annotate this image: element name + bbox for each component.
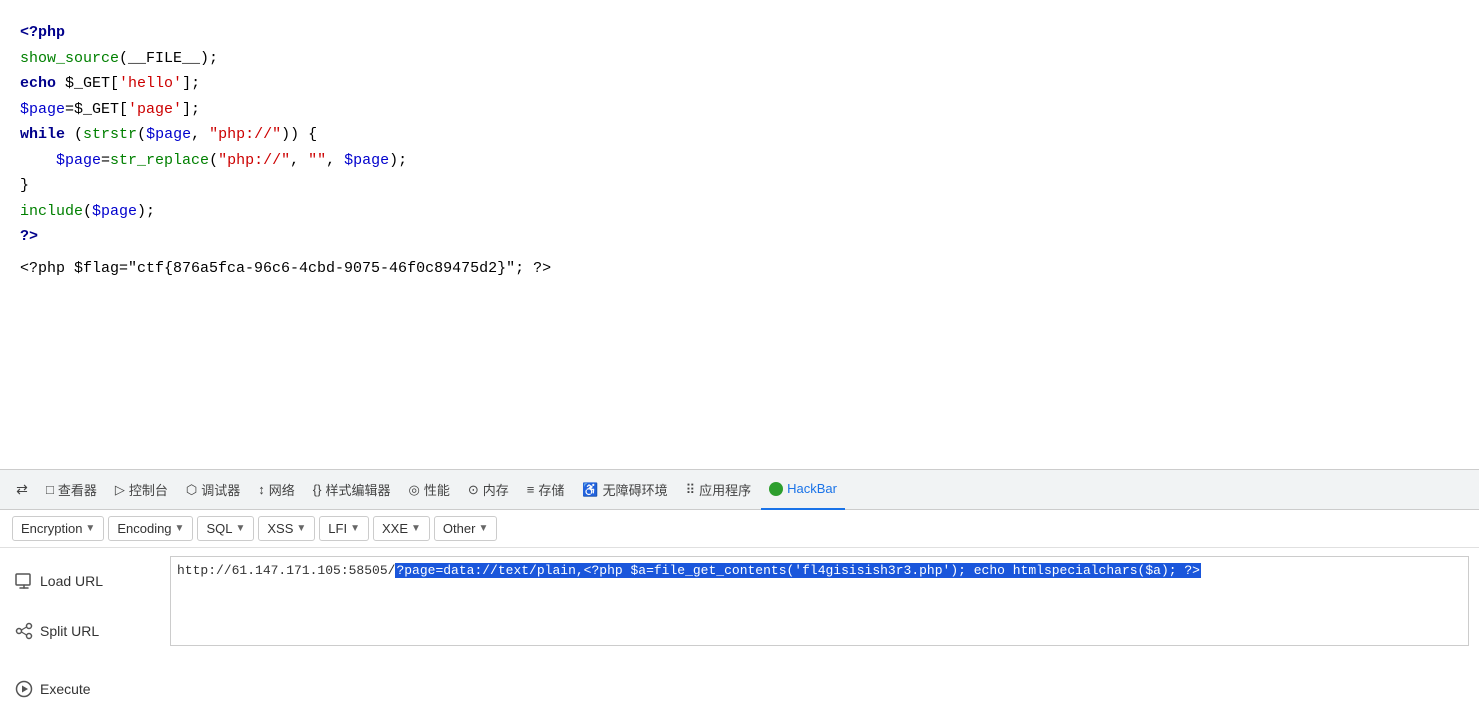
tab-performance[interactable]: ◎ 性能 <box>400 470 457 510</box>
tab-performance-label: 性能 <box>424 480 450 499</box>
code-line-3: echo $_GET['hello']; <box>20 71 1459 97</box>
code-line-9: ?> <box>20 224 1459 250</box>
console-icon: ▷ <box>115 482 125 498</box>
code-line-7: } <box>20 173 1459 199</box>
hackbar-url-area: Load URL Split URL http://61.147.171.105 <box>0 548 1479 664</box>
xxe-label: XXE <box>382 521 408 536</box>
devtools-toggle-icon[interactable]: ⇄ <box>8 476 36 504</box>
tab-inspector[interactable]: □ 查看器 <box>38 470 105 510</box>
tab-storage[interactable]: ≡ 存储 <box>519 470 573 510</box>
accessibility-icon: ♿ <box>582 482 598 498</box>
url-display[interactable]: http://61.147.171.105:58505/?page=data:/… <box>170 556 1469 646</box>
encoding-arrow-icon: ▼ <box>175 523 185 534</box>
encryption-label: Encryption <box>21 521 82 536</box>
tab-application-label: 应用程序 <box>699 480 751 499</box>
tab-storage-label: 存储 <box>538 480 564 499</box>
sql-label: SQL <box>206 521 232 536</box>
other-menu[interactable]: Other ▼ <box>434 516 497 541</box>
xss-label: XSS <box>267 521 293 536</box>
split-url-button[interactable]: Split URL <box>0 606 170 656</box>
encryption-menu[interactable]: Encryption ▼ <box>12 516 104 541</box>
execute-row: Execute <box>0 664 1479 714</box>
lfi-arrow-icon: ▼ <box>350 523 360 534</box>
code-line-6: $page=str_replace("php://", "", $page); <box>20 148 1459 174</box>
tab-memory[interactable]: ⊙ 内存 <box>460 470 517 510</box>
url-normal-part: http://61.147.171.105:58505/ <box>177 563 395 578</box>
devtools-bar: ⇄ □ 查看器 ▷ 控制台 ⬡ 调试器 ↕ 网络 {} 样式编辑器 ◎ 性能 ⊙… <box>0 470 1479 510</box>
execute-label: Execute <box>40 681 91 697</box>
tab-debugger-label: 调试器 <box>201 480 240 499</box>
tab-network[interactable]: ↕ 网络 <box>250 470 303 510</box>
tab-style-editor[interactable]: {} 样式编辑器 <box>305 470 399 510</box>
other-arrow-icon: ▼ <box>478 523 488 534</box>
encoding-menu[interactable]: Encoding ▼ <box>108 516 193 541</box>
code-line-2: show_source(__FILE__); <box>20 46 1459 72</box>
performance-icon: ◎ <box>408 482 419 498</box>
tab-accessibility-label: 无障碍环境 <box>603 480 668 499</box>
storage-icon: ≡ <box>527 482 535 497</box>
encoding-label: Encoding <box>117 521 171 536</box>
tab-hackbar[interactable]: HackBar <box>761 470 845 510</box>
tab-hackbar-label: HackBar <box>787 481 837 496</box>
network-icon: ↕ <box>258 482 265 497</box>
tab-accessibility[interactable]: ♿ 无障碍环境 <box>574 470 675 510</box>
code-display: <?php show_source(__FILE__); echo $_GET[… <box>0 0 1479 470</box>
load-url-icon <box>14 571 34 591</box>
xss-menu[interactable]: XSS ▼ <box>258 516 315 541</box>
code-line-1: <?php <box>20 20 1459 46</box>
flag-line: <?php $flag="ctf{876a5fca-96c6-4cbd-9075… <box>20 260 1459 277</box>
hackbar-actions: Load URL Split URL <box>0 556 170 656</box>
lfi-label: LFI <box>328 521 347 536</box>
sql-arrow-icon: ▼ <box>235 523 245 534</box>
xxe-menu[interactable]: XXE ▼ <box>373 516 430 541</box>
load-url-label: Load URL <box>40 573 103 589</box>
tab-inspector-label: 查看器 <box>58 480 97 499</box>
split-url-icon <box>14 621 34 641</box>
tab-debugger[interactable]: ⬡ 调试器 <box>178 470 248 510</box>
url-input-wrapper: http://61.147.171.105:58505/?page=data:/… <box>170 556 1479 646</box>
execute-button[interactable]: Execute <box>0 664 170 714</box>
hackbar-panel: Encryption ▼ Encoding ▼ SQL ▼ XSS ▼ LFI … <box>0 510 1479 710</box>
inspector-icon: □ <box>46 482 54 497</box>
other-label: Other <box>443 521 476 536</box>
hackbar-toolbar: Encryption ▼ Encoding ▼ SQL ▼ XSS ▼ LFI … <box>0 510 1479 548</box>
tab-console-label: 控制台 <box>129 480 168 499</box>
tab-network-label: 网络 <box>269 480 295 499</box>
style-editor-icon: {} <box>313 482 322 497</box>
xxe-arrow-icon: ▼ <box>411 523 421 534</box>
split-url-label: Split URL <box>40 623 99 639</box>
application-icon: ⠿ <box>686 482 696 498</box>
hackbar-dot-icon <box>769 482 783 496</box>
code-line-5: while (strstr($page, "php://")) { <box>20 122 1459 148</box>
tab-memory-label: 内存 <box>483 480 509 499</box>
tab-style-editor-label: 样式编辑器 <box>325 480 390 499</box>
sql-menu[interactable]: SQL ▼ <box>197 516 254 541</box>
code-line-8: include($page); <box>20 199 1459 225</box>
load-url-button[interactable]: Load URL <box>0 556 170 606</box>
debugger-icon: ⬡ <box>186 482 197 498</box>
lfi-menu[interactable]: LFI ▼ <box>319 516 369 541</box>
xss-arrow-icon: ▼ <box>296 523 306 534</box>
tab-console[interactable]: ▷ 控制台 <box>107 470 176 510</box>
php-code: <?php show_source(__FILE__); echo $_GET[… <box>20 20 1459 250</box>
encryption-arrow-icon: ▼ <box>85 523 95 534</box>
memory-icon: ⊙ <box>468 482 479 498</box>
code-line-4: $page=$_GET['page']; <box>20 97 1459 123</box>
url-selected-part: ?page=data://text/plain,<?php $a=file_ge… <box>395 563 1201 578</box>
tab-application[interactable]: ⠿ 应用程序 <box>678 470 760 510</box>
execute-icon <box>14 679 34 699</box>
